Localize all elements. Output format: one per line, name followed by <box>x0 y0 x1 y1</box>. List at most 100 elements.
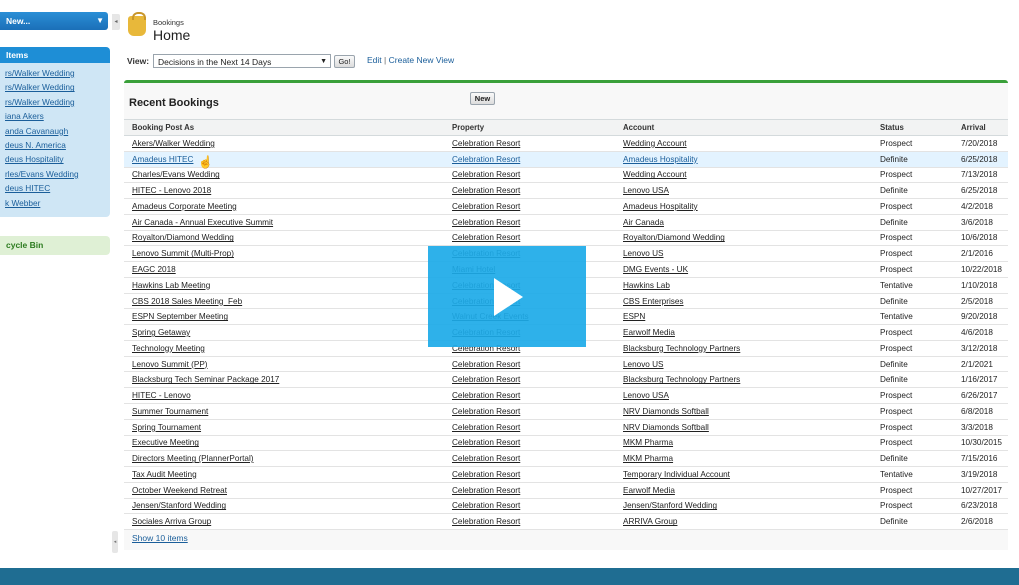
sidebar-collapse-icon[interactable]: ◂ <box>112 14 120 30</box>
property-link[interactable]: Celebration Resort <box>452 360 520 369</box>
recent-item[interactable]: anda Cavanaugh <box>0 124 110 138</box>
show-more-link[interactable]: Show 10 items <box>132 533 188 543</box>
booking-name-link[interactable]: Royalton/Diamond Wedding <box>132 233 234 242</box>
recent-item[interactable]: iana Akers <box>0 109 110 123</box>
recent-item[interactable]: rs/Walker Wedding <box>0 66 110 80</box>
account-link[interactable]: Lenovo US <box>623 249 664 258</box>
booking-name-link[interactable]: Jensen/Stanford Wedding <box>132 501 226 510</box>
account-link[interactable]: Earwolf Media <box>623 486 675 495</box>
recent-item[interactable]: rles/Evans Wedding <box>0 167 110 181</box>
property-link[interactable]: Celebration Resort <box>452 186 520 195</box>
account-link[interactable]: NRV Diamonds Softball <box>623 407 709 416</box>
account-link[interactable]: Earwolf Media <box>623 328 675 337</box>
account-link[interactable]: Air Canada <box>623 218 664 227</box>
property-link[interactable]: Celebration Resort <box>452 139 520 148</box>
property-link[interactable]: Celebration Resort <box>452 375 520 384</box>
account-link[interactable]: Lenovo USA <box>623 186 669 195</box>
booking-name-link[interactable]: HITEC - Lenovo 2018 <box>132 186 211 195</box>
account-link[interactable]: NRV Diamonds Softball <box>623 423 709 432</box>
booking-name-link[interactable]: Air Canada - Annual Executive Summit <box>132 218 273 227</box>
booking-name-link[interactable]: ESPN September Meeting <box>132 312 228 321</box>
property-link[interactable]: Celebration Resort <box>452 155 520 164</box>
property-link[interactable]: Celebration Resort <box>452 407 520 416</box>
table-cell: Blacksburg Technology Partners <box>615 371 872 389</box>
account-link[interactable]: Wedding Account <box>623 170 687 179</box>
booking-name-link[interactable]: Amadeus HITEC <box>132 155 193 164</box>
table-cell: HITEC - Lenovo <box>124 387 444 405</box>
booking-name-link[interactable]: Charles/Evans Wedding <box>132 170 220 179</box>
account-link[interactable]: Wedding Account <box>623 139 687 148</box>
recent-item[interactable]: deus N. America <box>0 138 110 152</box>
booking-name-link[interactable]: Executive Meeting <box>132 438 199 447</box>
booking-name-link[interactable]: Directors Meeting (PlannerPortal) <box>132 454 254 463</box>
booking-name-link[interactable]: Blacksburg Tech Seminar Package 2017 <box>132 375 279 384</box>
column-header-arrival[interactable]: Arrival <box>953 119 1008 136</box>
go-button[interactable]: Go! <box>334 55 355 68</box>
table-cell: Air Canada <box>615 214 872 231</box>
recent-item[interactable]: k Webber <box>0 196 110 210</box>
booking-name-link[interactable]: Hawkins Lab Meeting <box>132 281 210 290</box>
account-link[interactable]: MKM Pharma <box>623 454 673 463</box>
table-row: Amadeus HITEC Celebration Resort Amadeus H… <box>124 151 1008 168</box>
booking-name-link[interactable]: CBS 2018 Sales Meeting_Feb <box>132 297 242 306</box>
account-link[interactable]: Hawkins Lab <box>623 281 670 290</box>
property-link[interactable]: Celebration Resort <box>452 517 520 526</box>
edit-view-link[interactable]: Edit <box>367 55 382 65</box>
create-new-button[interactable]: New... ▼ <box>0 12 108 30</box>
property-link[interactable]: Celebration Resort <box>452 423 520 432</box>
booking-name-link[interactable]: Lenovo Summit (PP) <box>132 360 208 369</box>
account-link[interactable]: Blacksburg Technology Partners <box>623 375 740 384</box>
account-link[interactable]: Jensen/Stanford Wedding <box>623 501 717 510</box>
property-link[interactable]: Celebration Resort <box>452 486 520 495</box>
recent-item[interactable]: deus HITEC <box>0 181 110 195</box>
booking-name-link[interactable]: Tax Audit Meeting <box>132 470 197 479</box>
booking-name-link[interactable]: Summer Tournament <box>132 407 208 416</box>
column-header-account[interactable]: Account <box>615 119 872 136</box>
booking-name-link[interactable]: Lenovo Summit (Multi-Prop) <box>132 249 234 258</box>
play-icon[interactable] <box>428 246 586 347</box>
column-header-property[interactable]: Property <box>444 119 615 136</box>
create-new-view-link[interactable]: Create New View <box>389 55 455 65</box>
account-link[interactable]: ESPN <box>623 312 645 321</box>
booking-name-link[interactable]: Amadeus Corporate Meeting <box>132 202 237 211</box>
account-link[interactable]: MKM Pharma <box>623 438 673 447</box>
property-link[interactable]: Celebration Resort <box>452 170 520 179</box>
recent-item[interactable]: rs/Walker Wedding <box>0 80 110 94</box>
property-link[interactable]: Celebration Resort <box>452 202 520 211</box>
property-link[interactable]: Celebration Resort <box>452 218 520 227</box>
view-select[interactable]: Decisions in the Next 14 Days ▼ <box>153 54 331 68</box>
property-link[interactable]: Celebration Resort <box>452 501 520 510</box>
new-booking-button[interactable]: New <box>470 92 495 105</box>
account-link[interactable]: Blacksburg Technology Partners <box>623 344 740 353</box>
booking-name-link[interactable]: Spring Getaway <box>132 328 190 337</box>
booking-name-link[interactable]: October Weekend Retreat <box>132 486 227 495</box>
booking-name-link[interactable]: Akers/Walker Wedding <box>132 139 215 148</box>
table-cell: October Weekend Retreat <box>124 482 444 499</box>
account-link[interactable]: Amadeus Hospitality <box>623 155 698 164</box>
account-link[interactable]: DMG Events - UK <box>623 265 688 274</box>
account-link[interactable]: ARRIVA Group <box>623 517 677 526</box>
account-link[interactable]: Temporary Individual Account <box>623 470 730 479</box>
property-link[interactable]: Celebration Resort <box>452 454 520 463</box>
sidebar-toggle-handle[interactable]: ◂ <box>112 531 118 553</box>
booking-name-link[interactable]: Sociales Arriva Group <box>132 517 211 526</box>
recent-item[interactable]: rs/Walker Wedding <box>0 95 110 109</box>
account-link[interactable]: Lenovo US <box>623 360 664 369</box>
account-link[interactable]: Royalton/Diamond Wedding <box>623 233 725 242</box>
property-link[interactable]: Celebration Resort <box>452 391 520 400</box>
property-link[interactable]: Celebration Resort <box>452 233 520 242</box>
booking-name-link[interactable]: Spring Tournament <box>132 423 201 432</box>
recycle-bin-link[interactable]: cycle Bin <box>0 236 110 255</box>
column-header-booking[interactable]: Booking Post As <box>124 119 444 136</box>
account-link[interactable]: Lenovo USA <box>623 391 669 400</box>
recent-item[interactable]: deus Hospitality <box>0 152 110 166</box>
account-link[interactable]: CBS Enterprises <box>623 297 684 306</box>
booking-name-link[interactable]: Technology Meeting <box>132 344 205 353</box>
booking-name-link[interactable]: EAGC 2018 <box>132 265 176 274</box>
booking-name-link[interactable]: HITEC - Lenovo <box>132 391 191 400</box>
property-link[interactable]: Celebration Resort <box>452 438 520 447</box>
table-cell: Celebration Resort <box>444 498 615 515</box>
account-link[interactable]: Amadeus Hospitality <box>623 202 698 211</box>
property-link[interactable]: Celebration Resort <box>452 470 520 479</box>
column-header-status[interactable]: Status <box>872 119 953 136</box>
